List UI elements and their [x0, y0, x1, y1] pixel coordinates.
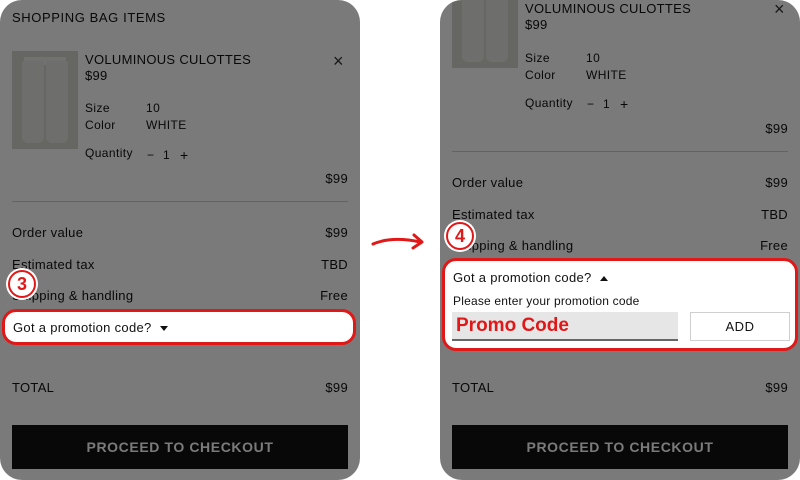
shopping-bag-panel-before: SHOPPING BAG ITEMS VOLUMINOUS CULOTTES $…: [0, 0, 360, 480]
arrow-right-icon: [371, 233, 424, 250]
color-value: WHITE: [586, 68, 627, 82]
total-amount: $99: [325, 380, 348, 395]
estimated-tax-label: Estimated tax: [452, 207, 535, 222]
color-label: Color: [525, 68, 556, 82]
promo-code-input[interactable]: [452, 312, 678, 341]
total-label: TOTAL: [452, 380, 495, 395]
promo-section-highlight: Got a promotion code? Please enter your …: [442, 258, 798, 351]
quantity-value: 1: [163, 148, 171, 162]
product-name[interactable]: VOLUMINOUS CULOTTES: [525, 1, 691, 16]
promo-toggle-link[interactable]: Got a promotion code?: [453, 270, 608, 285]
shopping-bag-heading: SHOPPING BAG ITEMS: [12, 10, 166, 25]
total-amount: $99: [765, 380, 788, 395]
shipping-amount: Free: [760, 238, 788, 253]
line-total: $99: [325, 171, 348, 186]
quantity-decrease-button[interactable]: −: [587, 97, 594, 111]
divider: [452, 151, 788, 152]
divider: [12, 201, 348, 202]
proceed-to-checkout-button[interactable]: PROCEED TO CHECKOUT: [452, 425, 788, 469]
estimated-tax-amount: TBD: [321, 257, 348, 272]
proceed-to-checkout-button[interactable]: PROCEED TO CHECKOUT: [12, 425, 348, 469]
quantity-increase-button[interactable]: +: [180, 147, 189, 163]
promo-toggle-highlight[interactable]: Got a promotion code?: [2, 309, 356, 345]
order-value-label: Order value: [12, 225, 84, 240]
color-value: WHITE: [146, 118, 187, 132]
size-value: 10: [146, 101, 161, 115]
order-value-amount: $99: [765, 175, 788, 190]
order-value-label: Order value: [452, 175, 524, 190]
estimated-tax-amount: TBD: [761, 207, 788, 222]
shipping-amount: Free: [320, 288, 348, 303]
quantity-value: 1: [603, 97, 611, 111]
caret-down-icon: [159, 326, 168, 332]
line-total: $99: [765, 121, 788, 136]
caret-up-icon: [599, 276, 608, 282]
product-name[interactable]: VOLUMINOUS CULOTTES: [85, 52, 251, 67]
total-label: TOTAL: [12, 380, 55, 395]
product-thumbnail[interactable]: [452, 0, 518, 68]
product-thumbnail[interactable]: [12, 51, 78, 149]
quantity-label: Quantity: [525, 96, 573, 110]
add-promo-button[interactable]: ADD: [690, 312, 790, 341]
promo-toggle-link[interactable]: Got a promotion code?: [13, 320, 168, 335]
close-icon[interactable]: ×: [333, 52, 344, 70]
size-label: Size: [525, 51, 550, 65]
step-badge-4: 4: [446, 222, 474, 250]
product-price: $99: [525, 17, 548, 32]
quantity-label: Quantity: [85, 146, 133, 160]
step-badge-3: 3: [8, 270, 36, 298]
quantity-decrease-button[interactable]: −: [147, 148, 154, 162]
close-icon[interactable]: ×: [774, 0, 785, 18]
promo-prompt: Please enter your promotion code: [453, 294, 640, 308]
product-price: $99: [85, 68, 108, 83]
color-label: Color: [85, 118, 116, 132]
order-value-amount: $99: [325, 225, 348, 240]
size-label: Size: [85, 101, 110, 115]
size-value: 10: [586, 51, 601, 65]
quantity-increase-button[interactable]: +: [620, 96, 629, 112]
shopping-bag-panel-after: VOLUMINOUS CULOTTES $99 × Size 10 Color …: [440, 0, 800, 480]
